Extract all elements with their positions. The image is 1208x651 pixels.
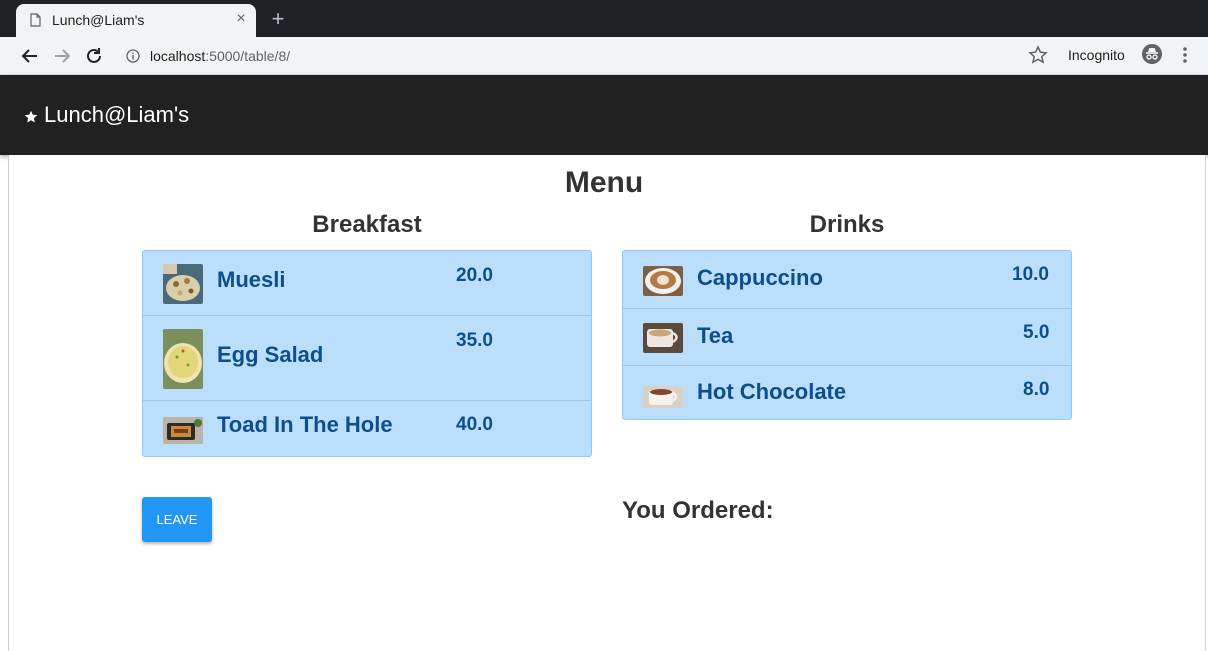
url-host: localhost bbox=[150, 48, 206, 64]
close-tab-icon[interactable]: × bbox=[232, 10, 250, 28]
browser-toolbar: localhost:5000/table/8/ bbox=[0, 37, 1208, 75]
item-price: 35.0 bbox=[456, 330, 493, 351]
info-icon[interactable] bbox=[126, 49, 140, 63]
menu-item-muesli[interactable]: Muesli 20.0 bbox=[143, 251, 591, 316]
reload-icon[interactable] bbox=[82, 44, 106, 68]
back-icon[interactable] bbox=[18, 44, 42, 68]
browser-tab[interactable]: Lunch@Liam's × bbox=[16, 4, 256, 37]
menu-item-cappuccino[interactable]: Cappuccino 10.0 bbox=[623, 251, 1071, 309]
menu-item-tea[interactable]: Tea 5.0 bbox=[623, 309, 1071, 366]
more-menu-icon[interactable] bbox=[1178, 45, 1192, 65]
breakfast-menu-card: Muesli 20.0 Egg Salad 35.0 Toad In The H… bbox=[142, 250, 592, 457]
bookmark-star-icon[interactable] bbox=[1028, 45, 1048, 65]
browser-tab-bar: Lunch@Liam's × + bbox=[0, 0, 1208, 37]
menu-item-toad-in-the-hole[interactable]: Toad In The Hole 40.0 bbox=[143, 401, 591, 457]
leave-button[interactable]: LEAVE bbox=[142, 497, 212, 542]
item-price: 5.0 bbox=[1023, 322, 1050, 343]
toad-in-the-hole-image bbox=[163, 417, 203, 444]
menu-item-hot-chocolate[interactable]: Hot Chocolate 8.0 bbox=[623, 366, 1071, 420]
new-tab-icon[interactable]: + bbox=[268, 8, 288, 30]
drinks-menu-card: Cappuccino 10.0 Tea 5.0 Hot Chocolate 8.… bbox=[622, 250, 1072, 420]
incognito-icon[interactable] bbox=[1142, 44, 1162, 64]
address-bar[interactable]: localhost:5000/table/8/ bbox=[116, 41, 1056, 71]
menu-heading: Menu bbox=[564, 166, 644, 199]
incognito-label: Incognito bbox=[1068, 47, 1125, 63]
url-path: :5000/table/8/ bbox=[205, 48, 291, 64]
tea-image bbox=[643, 323, 683, 353]
item-name: Cappuccino bbox=[697, 265, 823, 290]
menu-item-egg-salad[interactable]: Egg Salad 35.0 bbox=[143, 316, 591, 401]
item-price: 20.0 bbox=[456, 265, 493, 286]
drinks-title: Drinks bbox=[809, 211, 885, 238]
url-text: localhost:5000/table/8/ bbox=[150, 48, 290, 64]
star-icon bbox=[24, 110, 38, 123]
hot-chocolate-image bbox=[643, 386, 683, 408]
item-name: Muesli bbox=[217, 267, 286, 292]
item-price: 10.0 bbox=[1012, 264, 1049, 285]
item-name: Toad In The Hole bbox=[217, 412, 393, 437]
cappuccino-image bbox=[643, 266, 683, 296]
egg-salad-image bbox=[163, 329, 203, 389]
item-name: Egg Salad bbox=[217, 342, 324, 367]
item-price: 40.0 bbox=[456, 414, 493, 435]
item-price: 8.0 bbox=[1023, 379, 1050, 400]
item-name: Tea bbox=[697, 323, 734, 348]
page-icon bbox=[30, 13, 41, 27]
breakfast-title: Breakfast bbox=[312, 211, 422, 238]
app-title[interactable]: Lunch@Liam's bbox=[44, 102, 189, 128]
item-name: Hot Chocolate bbox=[697, 379, 847, 404]
muesli-image bbox=[163, 264, 203, 304]
tab-title: Lunch@Liam's bbox=[52, 12, 145, 28]
you-ordered-title: You Ordered: bbox=[622, 497, 774, 524]
forward-icon[interactable] bbox=[50, 44, 74, 68]
